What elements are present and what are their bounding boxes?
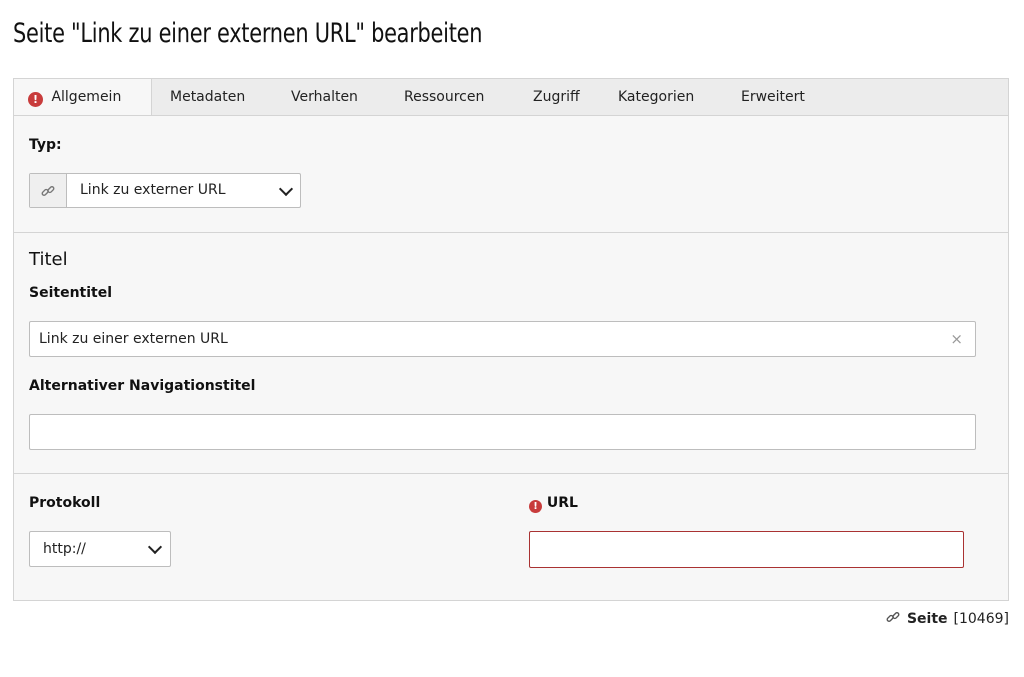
- tab-label: Allgemein: [51, 89, 122, 105]
- section-divider: [14, 473, 1008, 474]
- type-select-value: Link zu externer URL: [80, 182, 226, 198]
- tab-erweitert[interactable]: Erweitert: [741, 79, 805, 116]
- link-icon: [30, 174, 67, 207]
- form-panel: Typ: Link zu externer URL Titel Seitenti…: [13, 115, 1009, 601]
- page-title-value: Link zu einer externen URL: [39, 331, 228, 347]
- page-title-input[interactable]: Link zu einer externen URL ×: [29, 321, 976, 357]
- chevron-down-icon: [278, 181, 294, 197]
- error-icon: !: [28, 92, 43, 107]
- protocol-value: http://: [43, 541, 86, 557]
- tab-verhalten[interactable]: Verhalten: [291, 79, 358, 116]
- link-icon: [885, 609, 901, 629]
- tab-kategorien[interactable]: Kategorien: [618, 79, 694, 116]
- tab-zugriff[interactable]: Zugriff: [533, 79, 580, 116]
- type-label: Typ:: [29, 137, 62, 153]
- protocol-select[interactable]: http://: [29, 531, 171, 567]
- section-title: Titel: [29, 249, 68, 270]
- type-select[interactable]: Link zu externer URL: [29, 173, 301, 208]
- error-icon: !: [529, 500, 542, 513]
- chevron-down-icon: [147, 539, 163, 555]
- record-info: Seite [10469]: [885, 609, 1009, 629]
- page-title-label: Seitentitel: [29, 285, 113, 301]
- nav-title-input[interactable]: [29, 414, 976, 450]
- tab-metadaten[interactable]: Metadaten: [170, 79, 245, 116]
- page-title: Seite "Link zu einer externen URL" bearb…: [13, 18, 483, 49]
- section-divider: [14, 232, 1008, 233]
- url-label-text: URL: [546, 495, 578, 511]
- tab-bar: ! Allgemein Metadaten Verhalten Ressourc…: [13, 78, 1009, 117]
- nav-title-label: Alternativer Navigationstitel: [29, 378, 256, 394]
- record-type: Seite: [906, 611, 948, 627]
- url-label: ! URL: [529, 495, 578, 513]
- tab-ressourcen[interactable]: Ressourcen: [404, 79, 484, 116]
- record-id: [10469]: [953, 611, 1009, 627]
- protocol-label: Protokoll: [29, 495, 101, 511]
- url-input[interactable]: [529, 531, 964, 568]
- clear-icon[interactable]: ×: [950, 322, 963, 356]
- tab-allgemein[interactable]: ! Allgemein: [14, 79, 152, 117]
